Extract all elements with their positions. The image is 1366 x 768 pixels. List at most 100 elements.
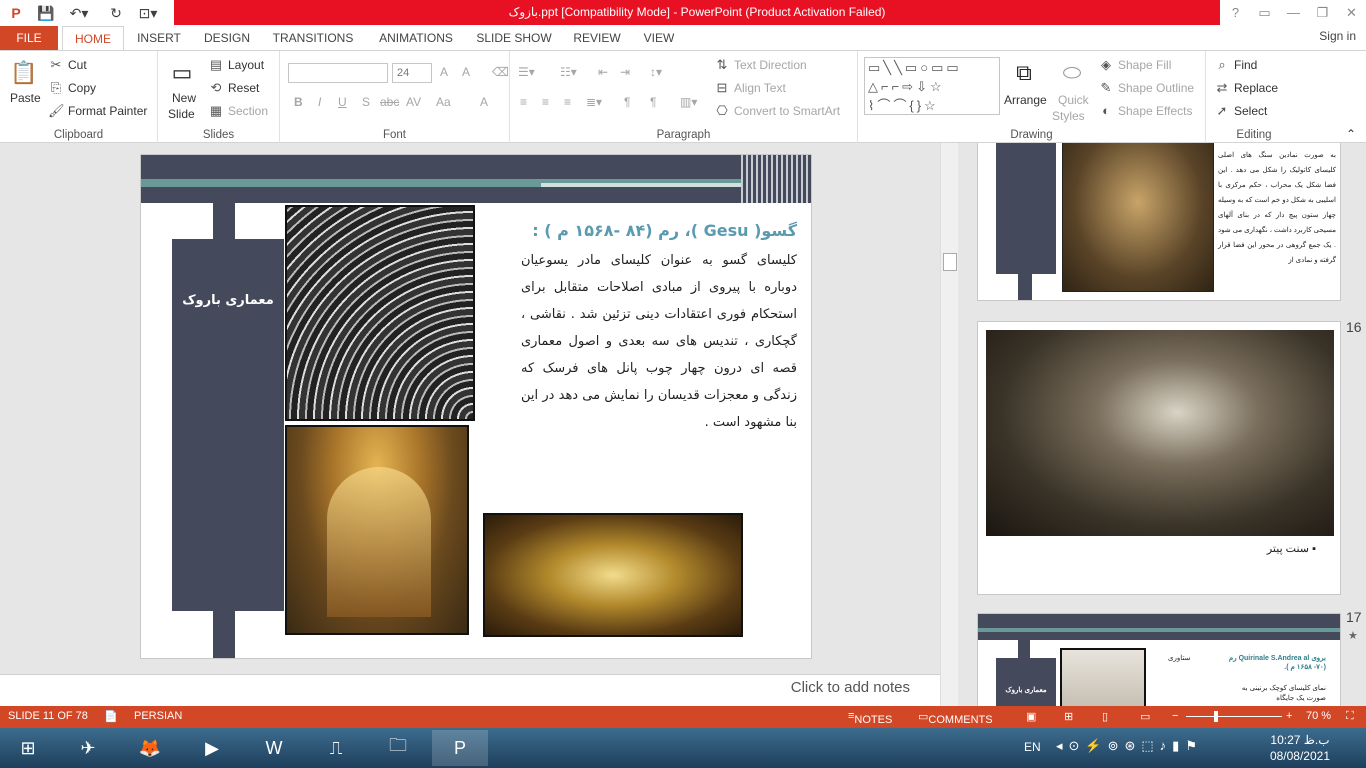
zoom-in-icon[interactable]: + [1286,710,1292,722]
slide-side-title[interactable]: معماری باروک [172,293,284,308]
zoom-level[interactable]: 70 % [1306,710,1331,722]
cut-button[interactable]: ✂ Cut [48,57,87,73]
acrobat-icon[interactable]: ⎍ [308,730,364,766]
thumbnail-slide-16[interactable]: ▪ سنت پیتر [977,321,1341,595]
notes-pane[interactable]: Click to add notes [0,674,940,706]
comments-button[interactable]: ▭ COMMENTS [918,710,993,726]
replace-button[interactable]: ⇄ Replace [1214,80,1278,96]
shrink-font-button[interactable]: A [462,65,470,79]
tab-review[interactable]: REVIEW [566,26,628,50]
zoom-slider-thumb[interactable] [1214,711,1218,722]
columns-icon[interactable]: ▥▾ [680,95,697,109]
section-button[interactable]: ▦ Section [208,103,268,119]
shadow-button[interactable]: S [362,95,370,109]
powerpoint-taskbar-icon[interactable]: P [432,730,488,766]
tab-slide-show[interactable]: SLIDE SHOW [470,26,558,50]
save-icon[interactable]: 💾 [34,2,58,24]
paste-button[interactable]: Paste [10,91,41,105]
arrange-icon[interactable]: ⧉ [1008,57,1040,89]
bold-button[interactable]: B [294,95,303,109]
align-text-button[interactable]: ⊟ Align Text [714,80,786,96]
new-slide-icon[interactable]: ▭ [166,57,198,89]
undo-icon[interactable]: ↶▾ [62,2,96,24]
reset-button[interactable]: ⟲ Reset [208,80,260,96]
gesu-interior-image[interactable] [285,425,469,635]
convert-smartart-button[interactable]: ⎔ Convert to SmartArt [714,103,840,119]
quick-styles-button[interactable]: Quick [1058,93,1089,107]
change-case-button[interactable]: Aa [436,95,451,109]
current-slide[interactable]: معماری باروک گسو( Gesu )، رم (۸۴ -۱۵۶۸ م… [140,154,812,659]
sign-in-link[interactable]: Sign in [1319,26,1356,46]
numbering-icon[interactable]: ☷▾ [560,65,577,79]
align-right-icon[interactable]: ≡ [564,95,571,109]
justify-icon[interactable]: ≣▾ [586,95,602,109]
ribbon-display-icon[interactable]: ▭ [1250,0,1279,25]
arrange-button[interactable]: Arrange [1004,93,1047,107]
notes-button[interactable]: ≡ NOTES [848,710,892,726]
font-name-combo[interactable] [288,63,388,83]
telegram-icon[interactable]: ✈ [60,730,116,766]
tab-animations[interactable]: ANIMATIONS [368,26,464,50]
slide-sorter-icon[interactable]: ⊞ [1064,710,1073,723]
character-spacing-button[interactable]: AV [406,95,421,109]
bullets-icon[interactable]: ☰▾ [518,65,535,79]
ceiling-engraving-image[interactable] [285,205,475,421]
shape-effects-button[interactable]: ◐ Shape Effects [1098,103,1192,119]
shape-outline-button[interactable]: ✎ Shape Outline [1098,80,1195,96]
text-direction-button[interactable]: ⇅ Text Direction [714,57,807,73]
tab-view[interactable]: VIEW [634,26,684,50]
layout-button[interactable]: ▤ Layout [208,57,264,73]
tab-insert[interactable]: INSERT [128,26,190,50]
tab-file[interactable]: FILE [0,26,58,50]
system-tray-icons[interactable]: ◂⊙⚡⊚⊛⬚♪▮⚑ [1056,738,1203,754]
quick-styles-button-line2[interactable]: Styles [1052,109,1085,123]
word-icon[interactable]: W [246,730,302,766]
clock[interactable]: 10:27 ب.ظ 08/08/2021 [1270,732,1330,764]
tab-transitions[interactable]: TRANSITIONS [264,26,362,50]
reading-view-icon[interactable]: ▯ [1102,710,1108,723]
font-size-combo[interactable]: 24 [392,63,432,83]
minimize-icon[interactable]: — [1279,0,1308,25]
thumbnail-slide-17[interactable]: معماری باروک ستاوری بروی Quirinale S.And… [977,613,1341,706]
new-slide-button[interactable]: New [172,91,196,105]
rtl-icon[interactable]: ¶ [650,95,656,109]
slide-body-text[interactable]: کلیسای گسو به عنوان کلیسای مادر یسوعیان … [521,247,797,436]
ltr-icon[interactable]: ¶ [624,95,630,109]
close-icon[interactable]: ✕ [1337,0,1366,25]
grow-font-button[interactable]: A [440,65,448,79]
italic-button[interactable]: I [318,95,321,109]
font-color-button[interactable]: A [480,95,488,109]
spellcheck-icon[interactable]: 📄 [104,710,118,723]
input-language[interactable]: EN [1024,740,1041,754]
notes-placeholder[interactable]: Click to add notes [791,679,910,696]
underline-button[interactable]: U [338,95,347,109]
line-spacing-icon[interactable]: ↕▾ [650,65,662,79]
fit-to-window-icon[interactable]: ⛶ [1346,710,1354,723]
ceiling-fresco-image[interactable] [483,513,743,637]
clear-formatting-icon[interactable]: ⌫ [492,65,509,79]
paste-icon[interactable]: 📋 [8,57,40,89]
zoom-slider-track[interactable] [1186,716,1282,717]
start-from-beginning-icon[interactable]: ⊡▾ [134,2,162,24]
decrease-indent-icon[interactable]: ⇤ [598,65,608,79]
collapse-ribbon-icon[interactable]: ⌃ [1346,127,1356,141]
file-explorer-icon[interactable]: 🗀 [370,730,426,766]
editor-scroll-thumb[interactable] [943,253,957,271]
align-center-icon[interactable]: ≡ [542,95,549,109]
new-slide-button-line2[interactable]: Slide [168,107,195,121]
copy-button[interactable]: ⎘ Copy [48,80,96,96]
editor-scrollbar[interactable] [940,143,958,706]
start-button-icon[interactable]: ⊞ [0,730,56,766]
restore-icon[interactable]: ❐ [1308,0,1337,25]
thumbnail-slide-15[interactable]: به صورت نمادین سنگ های اصلی کلیسای کاتول… [977,143,1341,301]
shape-fill-button[interactable]: ◈ Shape Fill [1098,57,1171,73]
increase-indent-icon[interactable]: ⇥ [620,65,630,79]
zoom-out-icon[interactable]: − [1172,710,1178,722]
language-indicator[interactable]: PERSIAN [134,710,182,722]
redo-icon[interactable]: ↻ [104,2,128,24]
shapes-gallery[interactable]: ▭╲╲▭○▭▭ △⌐⌐⇨⇩☆ ⌇⌒⌒{}☆ [864,57,1000,115]
help-icon[interactable]: ? [1221,0,1250,25]
tab-design[interactable]: DESIGN [196,26,258,50]
firefox-icon[interactable]: 🦊 [122,730,178,766]
strikethrough-button[interactable]: abc [380,95,399,109]
